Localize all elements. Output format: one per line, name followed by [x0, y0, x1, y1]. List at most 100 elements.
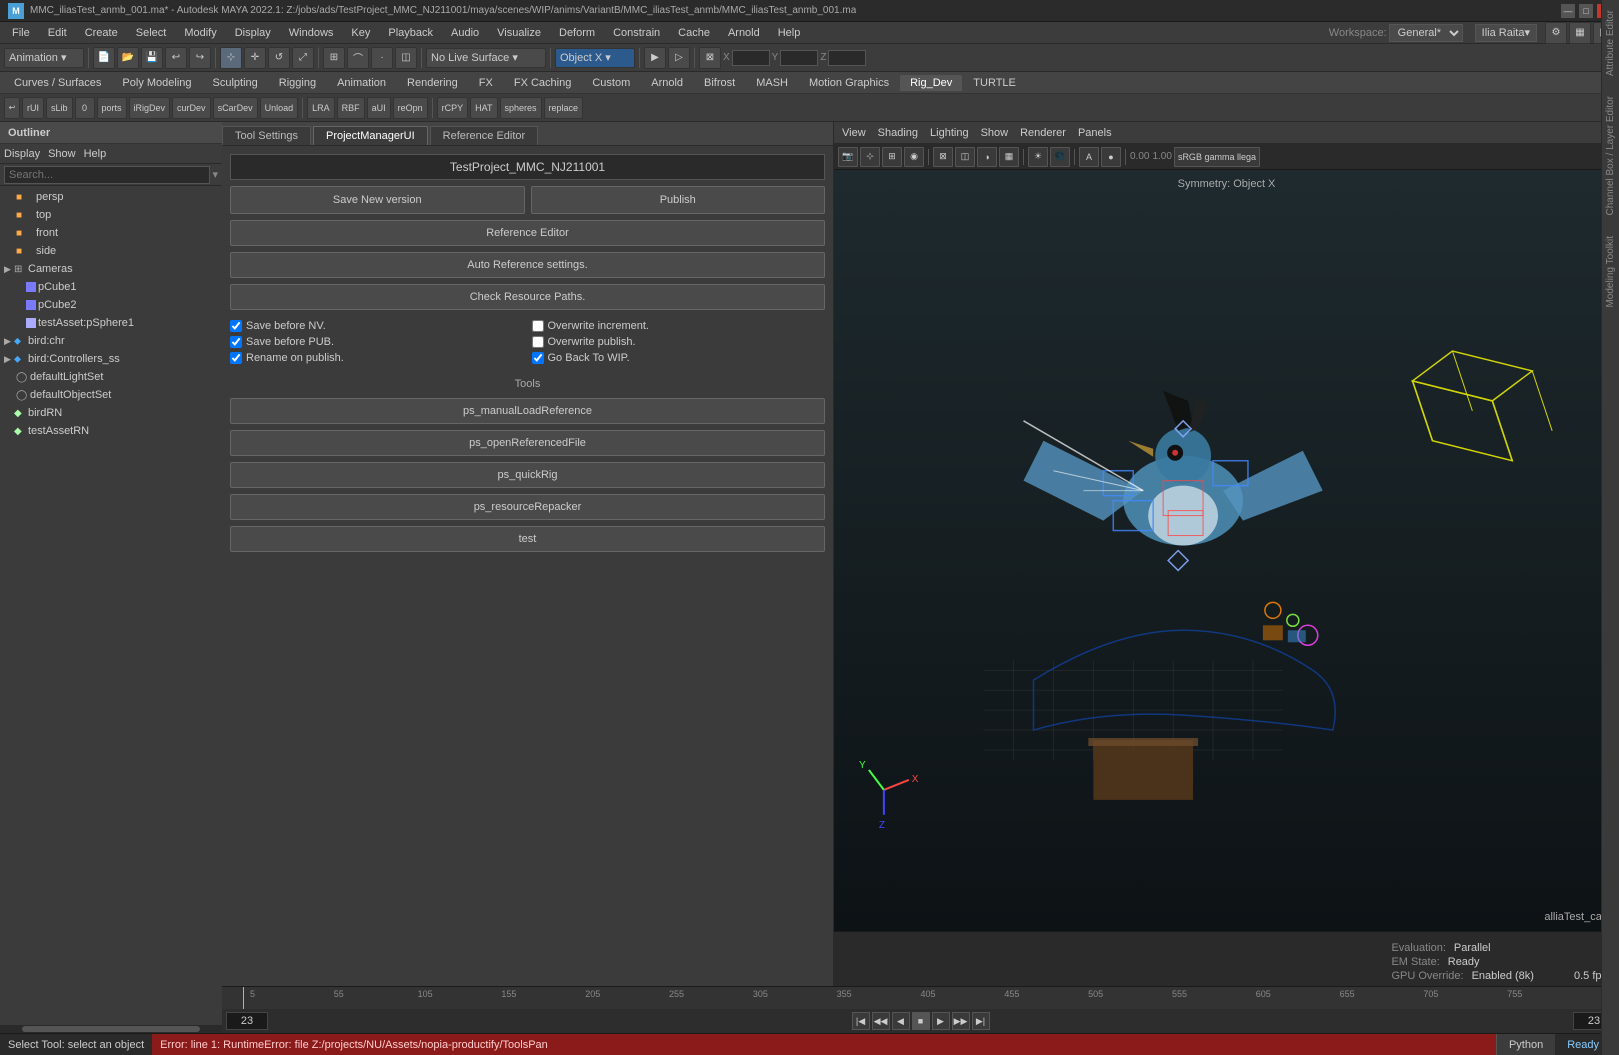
shelf-ports[interactable]: ports [97, 97, 127, 119]
rotate-tool-btn[interactable]: ↺ [268, 47, 290, 69]
vp-menu-panels[interactable]: Panels [1078, 127, 1112, 139]
z-coord[interactable] [828, 50, 866, 66]
snap-surface-btn[interactable]: ◫ [395, 47, 417, 69]
ps-resource-repacker-btn[interactable]: ps_resourceRepacker [230, 494, 825, 520]
shelf-spheres[interactable]: spheres [500, 97, 542, 119]
ipr-btn[interactable]: ▷ [668, 47, 690, 69]
tab-tool-settings[interactable]: Tool Settings [222, 126, 311, 145]
vp-shadow-btn[interactable]: 🌑 [1050, 147, 1070, 167]
tab-arnold[interactable]: Arnold [641, 75, 693, 91]
vp-camera-btn[interactable]: 📷 [838, 147, 858, 167]
vp-grid-btn[interactable]: ⊠ [933, 147, 953, 167]
cb-go-back-wip-input[interactable] [532, 352, 544, 364]
shelf-aui[interactable]: aUI [367, 97, 391, 119]
vp-wireframe-btn[interactable]: ◫ [955, 147, 975, 167]
tree-item-front[interactable]: ■ front [0, 224, 222, 242]
cb-overwrite-increment-input[interactable] [532, 320, 544, 332]
vp-smooth-btn[interactable]: ◑ [977, 147, 997, 167]
shelf-hat[interactable]: HAT [470, 97, 497, 119]
tree-item-lightset[interactable]: ◯ defaultLightSet [0, 368, 222, 386]
menu-select[interactable]: Select [128, 25, 175, 41]
shelf-rcpy[interactable]: rCPY [437, 97, 469, 119]
tree-item-top[interactable]: ■ top [0, 206, 222, 224]
vp-menu-lighting[interactable]: Lighting [930, 127, 969, 139]
vp-menu-shading[interactable]: Shading [878, 127, 918, 139]
vp-lights-btn[interactable]: ☀ [1028, 147, 1048, 167]
outliner-search-input[interactable] [4, 166, 210, 184]
tab-bifrost[interactable]: Bifrost [694, 75, 745, 91]
animation-mode-dropdown[interactable]: Animation ▾ [4, 48, 84, 68]
cb-overwrite-publish-input[interactable] [532, 336, 544, 348]
tree-item-pcube2[interactable]: pCube2 [0, 296, 222, 314]
tab-project-manager[interactable]: ProjectManagerUI [313, 126, 428, 145]
step-back-btn[interactable]: ◀◀ [872, 1012, 890, 1030]
shelf-rigdev[interactable]: iRigDev [129, 97, 171, 119]
vp-isolate-btn[interactable]: ◉ [904, 147, 924, 167]
live-surface-dropdown[interactable]: No Live Surface ▾ [426, 48, 546, 68]
vp-aa-btn[interactable]: A [1079, 147, 1099, 167]
new-scene-btn[interactable]: 📄 [93, 47, 115, 69]
menu-display[interactable]: Display [227, 25, 279, 41]
reference-editor-button[interactable]: Reference Editor [230, 220, 825, 246]
step-forward-btn[interactable]: ▶▶ [952, 1012, 970, 1030]
shelf-reopn[interactable]: reOpn [393, 97, 428, 119]
tab-custom[interactable]: Custom [582, 75, 640, 91]
viewport-canvas[interactable]: Symmetry: Object X [834, 170, 1619, 931]
shelf-curdev[interactable]: curDev [172, 97, 211, 119]
menu-playback[interactable]: Playback [380, 25, 441, 41]
shelf-unload[interactable]: Unload [260, 97, 299, 119]
menu-visualize[interactable]: Visualize [489, 25, 549, 41]
tree-item-psphere1[interactable]: testAsset:pSphere1 [0, 314, 222, 332]
go-to-end-btn[interactable]: ▶| [972, 1012, 990, 1030]
tab-rig-dev[interactable]: Rig_Dev [900, 75, 962, 91]
check-resource-button[interactable]: Check Resource Paths. [230, 284, 825, 310]
y-coord[interactable] [780, 50, 818, 66]
tree-item-pcube1[interactable]: pCube1 [0, 278, 222, 296]
ps-manual-load-btn[interactable]: ps_manualLoadReference [230, 398, 825, 424]
vp-select-btn[interactable]: ⊹ [860, 147, 880, 167]
menu-modify[interactable]: Modify [176, 25, 224, 41]
publish-button[interactable]: Publish [531, 186, 826, 214]
shelf-rui[interactable]: rUI [22, 97, 44, 119]
search-dropdown-arrow[interactable]: ▾ [212, 168, 218, 181]
shelf-rbf[interactable]: RBF [337, 97, 365, 119]
play-forward-btn[interactable]: ▶ [932, 1012, 950, 1030]
outliner-menu-show[interactable]: Show [48, 148, 76, 160]
outliner-menu-display[interactable]: Display [4, 148, 40, 160]
tree-item-bird-chr[interactable]: ▶ ⬥ bird:chr [0, 332, 222, 350]
maximize-button[interactable]: □ [1579, 4, 1593, 18]
minimize-button[interactable]: — [1561, 4, 1575, 18]
vp-menu-show[interactable]: Show [981, 127, 1009, 139]
tab-fx[interactable]: FX [469, 75, 503, 91]
menu-create[interactable]: Create [77, 25, 126, 41]
save-new-version-button[interactable]: Save New version [230, 186, 525, 214]
shelf-btn-1[interactable]: ↩ [4, 97, 20, 119]
shelf-slib[interactable]: sLib [46, 97, 73, 119]
menu-arnold[interactable]: Arnold [720, 25, 768, 41]
tab-turtle[interactable]: TURTLE [963, 75, 1026, 91]
menu-windows[interactable]: Windows [281, 25, 342, 41]
cam-grid-btn[interactable]: ⊠ [699, 47, 721, 69]
menu-key[interactable]: Key [343, 25, 378, 41]
scale-tool-btn[interactable]: ⤢ [292, 47, 314, 69]
tab-fx-caching[interactable]: FX Caching [504, 75, 581, 91]
render-btn[interactable]: ▶ [644, 47, 666, 69]
menu-edit[interactable]: Edit [40, 25, 75, 41]
undo-btn[interactable]: ↩ [165, 47, 187, 69]
test-btn[interactable]: test [230, 526, 825, 552]
tree-item-cameras[interactable]: ▶ ⊞ Cameras [0, 260, 222, 278]
shelf-0[interactable]: 0 [75, 97, 95, 119]
go-to-start-btn[interactable]: |◀ [852, 1012, 870, 1030]
shelf-scardev[interactable]: sCarDev [213, 97, 258, 119]
snap-curve-btn[interactable]: ⌒ [347, 47, 369, 69]
play-back-btn[interactable]: ◀ [892, 1012, 910, 1030]
ps-quick-rig-btn[interactable]: ps_quickRig [230, 462, 825, 488]
redo-btn[interactable]: ↪ [189, 47, 211, 69]
shelf-replace[interactable]: replace [544, 97, 584, 119]
user-dropdown[interactable]: Ilia Raita ▾ [1475, 24, 1537, 42]
tab-curves-surfaces[interactable]: Curves / Surfaces [4, 75, 111, 91]
timeline-row[interactable]: 5 55 105 155 205 255 305 355 405 455 505… [222, 987, 1619, 1009]
cb-save-before-nv-input[interactable] [230, 320, 242, 332]
tree-item-testassetRN[interactable]: ◆ testAssetRN [0, 422, 222, 440]
tree-item-bird-controllers[interactable]: ▶ ⬥ bird:Controllers_ss [0, 350, 222, 368]
